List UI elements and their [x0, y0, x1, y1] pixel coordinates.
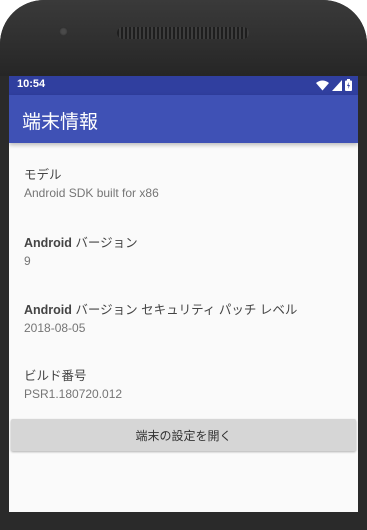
info-label: Android バージョン セキュリティ パッチ レベル [24, 303, 298, 317]
wifi-icon [316, 80, 329, 90]
status-bar: 10:54 [9, 76, 358, 95]
status-time: 10:54 [17, 78, 46, 90]
signal-icon [332, 79, 342, 91]
front-camera [59, 27, 68, 36]
info-value: Android SDK built for x86 [24, 186, 159, 200]
info-label: モデル [24, 168, 62, 182]
info-value: 2018-08-05 [24, 321, 86, 335]
speaker-grille [117, 27, 249, 39]
open-device-settings-button[interactable]: 端末の設定を開く [11, 419, 356, 451]
app-bar: 端末情報 [9, 95, 358, 143]
info-label: Android バージョン [24, 236, 138, 250]
info-item-security-patch: Android バージョン セキュリティ パッチ レベル 2018-08-05 [24, 299, 297, 335]
app-title: 端末情報 [22, 111, 99, 133]
phone-frame: 10:54 端末情報 モデル Android SDK built for x86… [0, 0, 367, 530]
info-item-model: モデル Android SDK built for x86 [24, 164, 159, 200]
info-label: ビルド番号 [24, 369, 87, 383]
info-item-build-number: ビルド番号 PSR1.180720.012 [24, 365, 122, 401]
info-value: 9 [24, 254, 31, 268]
info-item-android-version: Android バージョン 9 [24, 232, 138, 268]
battery-icon [345, 79, 352, 91]
device-screen: 10:54 端末情報 モデル Android SDK built for x86… [9, 76, 358, 512]
status-icons [316, 79, 352, 91]
info-value: PSR1.180720.012 [24, 387, 123, 401]
